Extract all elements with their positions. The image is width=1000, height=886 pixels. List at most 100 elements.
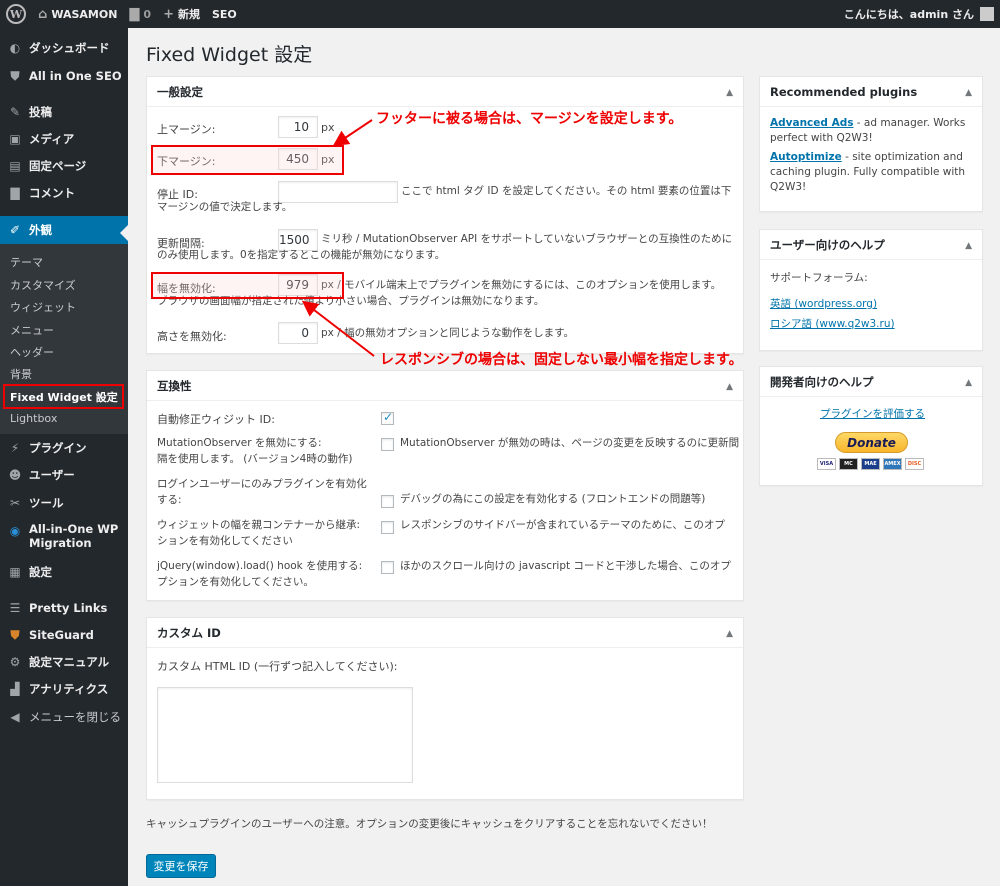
custom-id-header[interactable]: カスタム ID ▲	[147, 618, 743, 648]
login-only-label: ログインユーザーにのみプラグインを有効化する:	[157, 478, 367, 506]
forum-link-english[interactable]: 英語 (wordpress.org)	[770, 296, 877, 312]
mutation-observer-description: MutationObserver が無効の時は、ページの変更を反映するのに更新間	[400, 437, 740, 449]
user-icon: ☻	[8, 468, 22, 482]
maestro-card-icon: MAE	[861, 458, 880, 470]
collapse-arrow-icon[interactable]: ▲	[965, 88, 972, 98]
collapse-arrow-icon[interactable]: ▲	[726, 629, 733, 639]
sidebar-item-settings[interactable]: ▦ 設定	[0, 560, 128, 584]
submenu-customize[interactable]: カスタマイズ	[10, 277, 76, 293]
forum-link-russian[interactable]: ロシア語 (www.q2w3.ru)	[770, 316, 895, 332]
autoptimize-link[interactable]: Autoptimize	[770, 151, 842, 163]
highlight-margin-bottom	[151, 145, 344, 175]
annotation-footer-margin: フッターに被る場合は、マージンを設定します。	[376, 111, 683, 127]
sidebar-item-siteguard[interactable]: ⛊ SiteGuard	[0, 623, 128, 647]
site-name-button[interactable]: ⌂ WASAMON	[32, 0, 123, 28]
sidebar-item-analytics[interactable]: ▟ アナリティクス	[0, 677, 128, 701]
recommended-plugins-header[interactable]: Recommended plugins ▲	[760, 77, 982, 107]
avatar[interactable]	[980, 7, 994, 21]
mutation-observer-checkbox[interactable]	[381, 438, 394, 451]
jquery-load-checkbox[interactable]	[381, 561, 394, 574]
comments-button[interactable]: ▇ 0	[123, 0, 157, 28]
dashboard-icon: ◐	[9, 41, 21, 55]
amex-card-icon: AMEX	[883, 458, 902, 470]
gear-icon: ⚙	[9, 655, 21, 669]
rate-plugin-link[interactable]: プラグインを評価する	[820, 406, 925, 422]
sidebar-item-aioseo[interactable]: ⛊ All in One SEO	[0, 64, 128, 88]
sidebar-item-posts[interactable]: ✎ 投稿	[0, 100, 128, 124]
developer-help-header[interactable]: 開発者向けのヘルプ ▲	[760, 367, 982, 397]
login-only-checkbox[interactable]	[381, 495, 394, 508]
sidebar-item-dashboard[interactable]: ◐ ダッシュボード	[0, 36, 128, 60]
inherit-width-description: レスポンシブのサイドバーが含まれているテーマのために、このオプ	[400, 519, 725, 531]
highlight-disable-width	[151, 272, 344, 299]
mutation-observer-label: MutationObserver を無効にする: 隔を使用します。 (バージョン…	[157, 437, 353, 465]
sidebar-item-users[interactable]: ☻ ユーザー	[0, 463, 128, 487]
submenu-themes[interactable]: テーマ	[10, 254, 43, 270]
compatibility-header[interactable]: 互換性 ▲	[147, 371, 743, 401]
inherit-width-label: ウィジェットの幅を親コンテナーから継承: ションを有効化してください	[157, 519, 361, 547]
seo-menu-button[interactable]: SEO	[206, 0, 243, 28]
shield-icon: ⛊	[10, 68, 20, 83]
custom-html-id-textarea[interactable]	[157, 687, 413, 783]
media-icon: ▣	[9, 132, 21, 146]
collapse-arrow-icon[interactable]: ▲	[965, 241, 972, 251]
admin-sidebar: ◐ ダッシュボード ⛊ All in One SEO ✎ 投稿 ▣ メディア ▤ 固定ペー…	[0, 28, 128, 886]
sidebar-item-media[interactable]: ▣ メディア	[0, 127, 128, 151]
guard-icon: ⛊	[10, 627, 20, 642]
sidebar-item-plugins[interactable]: ⚡ プラグイン	[0, 436, 128, 460]
page-title: Fixed Widget 設定	[146, 44, 313, 66]
sidebar-item-tools[interactable]: ✂ ツール	[0, 491, 128, 515]
submenu-menus[interactable]: メニュー	[10, 322, 54, 338]
login-only-description: デバッグの為にこの設定を有効化する (フロントエンドの問題等)	[400, 493, 706, 505]
disable-height-input[interactable]: 0	[278, 322, 318, 344]
admin-bar: W ⌂ WASAMON ▇ 0 + 新規 SEO こんにちは、admin さん	[0, 0, 1000, 28]
submenu-background[interactable]: 背景	[10, 366, 32, 382]
discover-card-icon: DISC	[905, 458, 924, 470]
margin-top-unit: px	[321, 121, 335, 134]
sidebar-item-pages[interactable]: ▤ 固定ページ	[0, 154, 128, 178]
auto-fix-checkbox[interactable]	[381, 410, 394, 425]
migration-icon: ◉	[9, 524, 21, 538]
collapse-arrow-icon[interactable]: ▲	[726, 88, 733, 98]
wp-logo-button[interactable]: W	[0, 0, 32, 28]
refresh-interval-description: ミリ秒 / MutationObserver API をサポートしていないブラウ…	[157, 233, 733, 261]
save-button[interactable]: 変更を保存	[146, 854, 216, 878]
account-greeting[interactable]: こんにちは、admin さん	[844, 6, 974, 22]
collapse-icon: ◀	[10, 710, 20, 724]
submenu-widgets[interactable]: ウィジェット	[10, 299, 76, 315]
user-help-header[interactable]: ユーザー向けのヘルプ ▲	[760, 230, 982, 260]
advanced-ads-link[interactable]: Advanced Ads	[770, 117, 853, 129]
jquery-load-description: ほかのスクロール向けの javascript コードと干渉した場合、このオプ	[400, 560, 731, 572]
sidebar-item-pretty-links[interactable]: ☰ Pretty Links	[0, 596, 128, 620]
inherit-width-checkbox[interactable]	[381, 521, 394, 534]
recommended-plugins-box: Recommended plugins ▲ Advanced Ads - ad m…	[759, 76, 983, 212]
sidebar-item-comments[interactable]: ▇ コメント	[0, 181, 128, 205]
general-settings-header[interactable]: 一般設定 ▲	[147, 77, 743, 107]
new-content-button[interactable]: + 新規	[157, 0, 206, 28]
user-help-box: ユーザー向けのヘルプ ▲ サポートフォーラム: 英語 (wordpress.org…	[759, 229, 983, 351]
highlight-fixed-widget-menu	[3, 384, 124, 409]
collapse-arrow-icon[interactable]: ▲	[965, 378, 972, 388]
submenu-header[interactable]: ヘッダー	[10, 344, 54, 360]
margin-top-label: 上マージン:	[157, 123, 216, 136]
plus-icon: +	[163, 6, 174, 22]
collapse-menu-button[interactable]: ◀ メニューを閉じる	[0, 705, 128, 729]
collapse-arrow-icon[interactable]: ▲	[726, 382, 733, 392]
comment-icon: ▇	[129, 6, 140, 22]
developer-help-box: 開発者向けのヘルプ ▲ プラグインを評価する Donate VISA MC MAE…	[759, 366, 983, 486]
pin-icon: ✎	[9, 105, 21, 119]
donate-button[interactable]: Donate	[835, 432, 908, 453]
margin-top-input[interactable]: 10	[278, 116, 318, 138]
disable-height-description: px / 幅の無効オプションと同じような動作をします。	[321, 327, 575, 339]
sidebar-item-manual[interactable]: ⚙ 設定マニュアル	[0, 650, 128, 674]
disable-height-label: 高さを無効化:	[157, 330, 227, 343]
comment-icon: ▇	[10, 186, 20, 200]
sidebar-item-appearance[interactable]: ✐ 外観	[0, 216, 128, 244]
wrench-icon: ✂	[9, 496, 21, 510]
brush-icon: ✐	[9, 223, 21, 237]
page-icon: ▤	[9, 159, 21, 173]
support-forum-label: サポートフォーラム:	[770, 272, 868, 284]
mastercard-icon: MC	[839, 458, 858, 470]
submenu-lightbox[interactable]: Lightbox	[10, 412, 57, 425]
sidebar-item-migration[interactable]: ◉ All-in-One WP Migration	[0, 522, 128, 556]
